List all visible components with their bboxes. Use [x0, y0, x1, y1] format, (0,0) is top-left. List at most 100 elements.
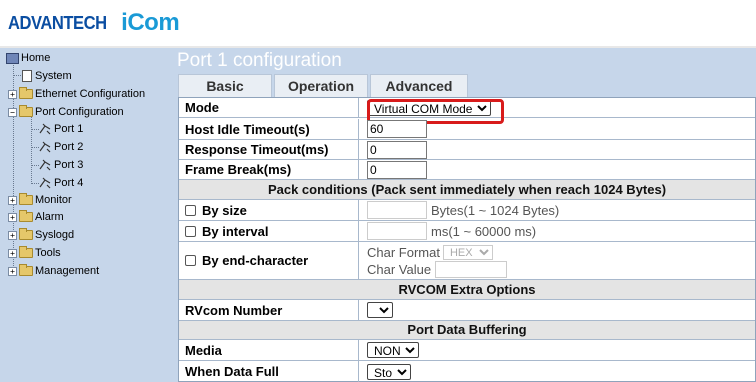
sidebar-item-port-1[interactable]: Port 1 [38, 121, 83, 137]
by-size-label-cell: By size [179, 200, 359, 220]
sidebar-item-label: Tools [35, 247, 61, 259]
collapse-icon[interactable]: − [8, 107, 17, 117]
sidebar-item-ethernet-configuration[interactable]: + Ethernet Configuration [8, 86, 145, 102]
sidebar-item-label: Alarm [35, 211, 64, 223]
page-title: Port 1 configuration [177, 50, 342, 71]
by-end-character-label-cell: By end-character [179, 242, 359, 279]
sidebar-item-port-3[interactable]: Port 3 [38, 157, 83, 173]
media-select[interactable]: NONE [367, 342, 419, 358]
by-interval-cell: ms(1 ~ 60000 ms) [360, 221, 755, 241]
media-row: Media NONE [179, 340, 755, 361]
sidebar-item-label: Ethernet Configuration [35, 88, 146, 100]
sidebar-item-management[interactable]: + Management [8, 263, 99, 279]
sidebar-item-port-4[interactable]: Port 4 [38, 175, 83, 191]
expand-icon[interactable]: + [8, 230, 17, 240]
header: ADVANTECH iCom [0, 0, 756, 48]
rvcom-number-label: RVcom Number [179, 300, 359, 320]
folder-icon [19, 87, 33, 99]
host-idle-timeout-cell [360, 119, 755, 139]
frame-break-row: Frame Break(ms) [179, 160, 755, 180]
sidebar-item-system[interactable]: System [22, 68, 72, 84]
expand-icon[interactable]: + [8, 89, 17, 99]
by-end-character-cell: Char Format HEX Char Value [360, 242, 755, 279]
port-data-buffering-header: Port Data Buffering [179, 321, 755, 340]
by-interval-input[interactable] [367, 222, 427, 240]
expand-icon[interactable]: + [8, 248, 17, 258]
by-size-label: By size [202, 202, 247, 218]
host-idle-timeout-label: Host Idle Timeout(s) [179, 119, 359, 139]
sidebar-tree: Home System + Ethernet Configuration − P… [0, 48, 174, 382]
sidebar-item-alarm[interactable]: + Alarm [8, 209, 64, 225]
tab-basic[interactable]: Basic [178, 74, 272, 97]
char-format-select[interactable]: HEX [442, 244, 493, 260]
host-idle-timeout-input[interactable] [367, 120, 427, 138]
response-timeout-label: Response Timeout(ms) [179, 140, 359, 159]
sidebar-item-label: Management [35, 265, 100, 277]
sidebar-item-home[interactable]: Home [6, 50, 50, 66]
port-icon [39, 177, 51, 189]
by-end-character-checkbox[interactable] [185, 255, 196, 266]
folder-icon [19, 193, 33, 205]
char-value-input[interactable] [435, 260, 508, 278]
sidebar-item-label: Port Configuration [35, 106, 124, 118]
frame-break-cell [360, 160, 755, 179]
rvcom-number-select[interactable]: 0 [367, 302, 393, 318]
sidebar-item-port-configuration[interactable]: − Port Configuration [8, 104, 124, 120]
logo-icom-text: iCom [121, 9, 180, 36]
main-content: Port 1 configuration Basic Operation Adv… [174, 48, 756, 382]
port-icon [39, 159, 51, 171]
response-timeout-cell [360, 140, 755, 159]
when-data-full-cell: Stop [360, 361, 755, 382]
rvcom-number-cell: 0 [360, 300, 755, 320]
by-size-checkbox[interactable] [185, 204, 196, 216]
by-interval-checkbox[interactable] [185, 225, 196, 237]
advantech-icom-logo: ADVANTECH iCom [8, 8, 180, 38]
char-format-line: Char Format HEX [367, 244, 493, 261]
sidebar-item-monitor[interactable]: + Monitor [8, 192, 72, 208]
folder-icon [19, 210, 33, 222]
sidebar-item-label: Port 2 [54, 141, 84, 153]
by-interval-label: By interval [202, 223, 269, 239]
folder-icon [19, 246, 33, 258]
tab-advanced[interactable]: Advanced [370, 74, 468, 97]
sidebar-item-label: Port 1 [54, 123, 84, 135]
folder-open-icon [19, 105, 33, 117]
sidebar-item-port-2[interactable]: Port 2 [38, 139, 83, 155]
response-timeout-input[interactable] [367, 140, 427, 159]
sidebar-item-label: Home [21, 52, 51, 64]
sidebar-item-tools[interactable]: + Tools [8, 245, 61, 261]
expand-icon[interactable]: + [8, 212, 17, 222]
pack-conditions-header: Pack conditions (Pack sent immediately w… [179, 180, 755, 200]
folder-icon [19, 264, 33, 276]
mode-label: Mode [179, 98, 359, 117]
when-data-full-select[interactable]: Stop [367, 363, 411, 380]
folder-icon [19, 228, 33, 240]
char-value-line: Char Value [367, 260, 508, 278]
when-data-full-row: When Data Full Stop [179, 361, 755, 382]
by-interval-row: By interval ms(1 ~ 60000 ms) [179, 221, 755, 242]
response-timeout-row: Response Timeout(ms) [179, 140, 755, 160]
port-icon [39, 123, 51, 135]
frame-break-input[interactable] [367, 160, 427, 179]
tab-operation[interactable]: Operation [274, 74, 368, 97]
char-value-label: Char Value [367, 261, 432, 277]
home-icon [6, 52, 19, 64]
host-idle-timeout-row: Host Idle Timeout(s) [179, 119, 755, 140]
by-size-unit: Bytes(1 ~ 1024 Bytes) [431, 202, 560, 218]
expand-icon[interactable]: + [8, 195, 17, 205]
document-icon [22, 70, 32, 82]
media-label: Media [179, 340, 359, 360]
when-data-full-label: When Data Full [179, 361, 359, 382]
frame-break-label: Frame Break(ms) [179, 160, 359, 179]
sidebar-item-syslogd[interactable]: + Syslogd [8, 227, 74, 243]
media-cell: NONE [360, 340, 755, 360]
expand-icon[interactable]: + [8, 266, 17, 276]
by-interval-unit: ms(1 ~ 60000 ms) [431, 223, 537, 239]
by-size-input[interactable] [367, 201, 427, 219]
logo-advantech-text: ADVANTECH [8, 12, 107, 33]
tree-line [31, 114, 32, 182]
sidebar-item-label: System [35, 70, 72, 82]
by-interval-label-cell: By interval [179, 221, 359, 241]
rvcom-options-header: RVCOM Extra Options [179, 280, 755, 300]
by-size-cell: Bytes(1 ~ 1024 Bytes) [360, 200, 755, 220]
